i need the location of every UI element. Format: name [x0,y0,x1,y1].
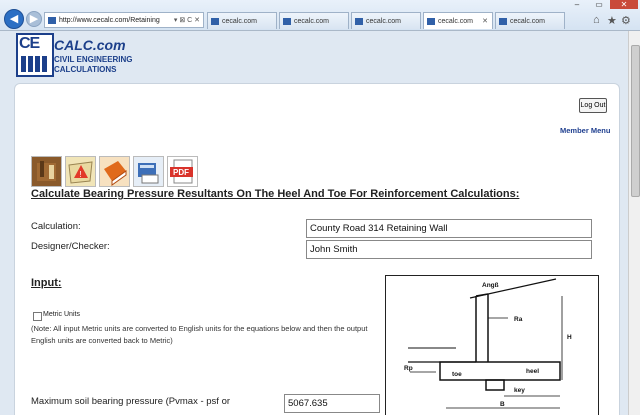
site-icon [355,18,363,25]
tab-5[interactable]: cecalc.com [495,12,565,29]
tab-close-icon[interactable]: ✕ [482,13,488,29]
tab-label: cecalc.com [510,18,546,25]
svg-text:!: ! [80,170,82,179]
site-icon [211,18,219,25]
angle-label: Angß [482,282,499,289]
content-panel: Log Out Member Menu ! PDF Calculate Bear… [14,83,620,415]
toe-label: toe [452,371,462,378]
calculation-label: Calculation: [31,221,81,232]
scrollbar-thumb[interactable] [631,45,640,197]
tab-1[interactable]: cecalc.com [207,12,277,29]
member-menu-link[interactable]: Member Menu [560,126,610,135]
tab-2[interactable]: cecalc.com [279,12,349,29]
designer-field[interactable]: John Smith [306,240,592,259]
browser-chrome: ◀ ▶ http://www.cecalc.com/Retaining ▾ ⊠ … [0,0,640,31]
ra-label: Ra [514,316,523,323]
close-button[interactable]: ✕ [610,0,638,9]
tab-label: cecalc.com [222,18,258,25]
site-icon [283,18,291,25]
rp-label: Rp [404,365,413,372]
soil-bearing-label: Maximum soil bearing pressure (Pvmax - p… [31,396,231,407]
book-icon[interactable] [99,156,130,187]
vertical-scrollbar[interactable] [628,31,640,415]
retaining-wall-diagram: Angß Ra H Rp toe heel key B [385,275,599,415]
designer-label: Designer/Checker: [31,241,110,252]
soil-bearing-field[interactable]: 5067.635 [284,394,380,413]
calculation-field[interactable]: County Road 314 Retaining Wall [306,219,592,238]
maximize-button[interactable]: ▭ [588,0,610,9]
input-heading: Input: [31,277,62,289]
logo-mark-text: CE [19,35,40,52]
site-icon [427,18,435,25]
logo-title: CALC.com [54,37,126,53]
calculator-print-icon[interactable] [133,156,164,187]
page-viewport: CE CALC.com CIVIL ENGINEERING CALCULATIO… [0,31,628,415]
page-title: Calculate Bearing Pressure Resultants On… [31,188,520,200]
logo-subtitle: CIVIL ENGINEERING CALCULATIONS [54,55,133,74]
pdf-icon[interactable]: PDF [167,156,198,187]
address-url: http://www.cecalc.com/Retaining [59,17,160,24]
site-icon [48,17,56,24]
address-bar[interactable]: http://www.cecalc.com/Retaining ▾ ⊠ C ✕ [44,12,204,28]
forward-button[interactable]: ▶ [26,11,42,27]
conversion-note: (Note: All input Metric units are conver… [31,324,368,345]
home-icon[interactable]: ⌂ [593,14,600,26]
pdf-label: PDF [173,168,189,177]
address-controls[interactable]: ▾ ⊠ C ✕ [174,13,200,27]
tab-label: cecalc.com [438,18,474,25]
tab-label: cecalc.com [294,18,330,25]
warning-map-icon[interactable]: ! [65,156,96,187]
tab-4-active[interactable]: cecalc.com ✕ [423,12,493,29]
logout-button[interactable]: Log Out [579,98,607,113]
metric-units-checkbox[interactable] [33,312,42,321]
b-label: B [500,401,505,408]
site-icon [499,18,507,25]
calculator-grid-icon [21,56,49,72]
gear-icon[interactable]: ⚙ [621,14,631,27]
minimize-button[interactable]: – [566,0,588,9]
logo-mark: CE [16,33,54,77]
tab-label: cecalc.com [366,18,402,25]
star-icon[interactable]: ★ [607,14,617,27]
back-button[interactable]: ◀ [4,9,24,29]
key-label: key [514,387,525,394]
h-label: H [567,334,572,341]
toolbox-icon[interactable] [31,156,62,187]
heel-label: heel [526,368,540,375]
metric-units-label: Metric Units [43,311,80,318]
tab-3[interactable]: cecalc.com [351,12,421,29]
wall-drawing [408,278,563,409]
